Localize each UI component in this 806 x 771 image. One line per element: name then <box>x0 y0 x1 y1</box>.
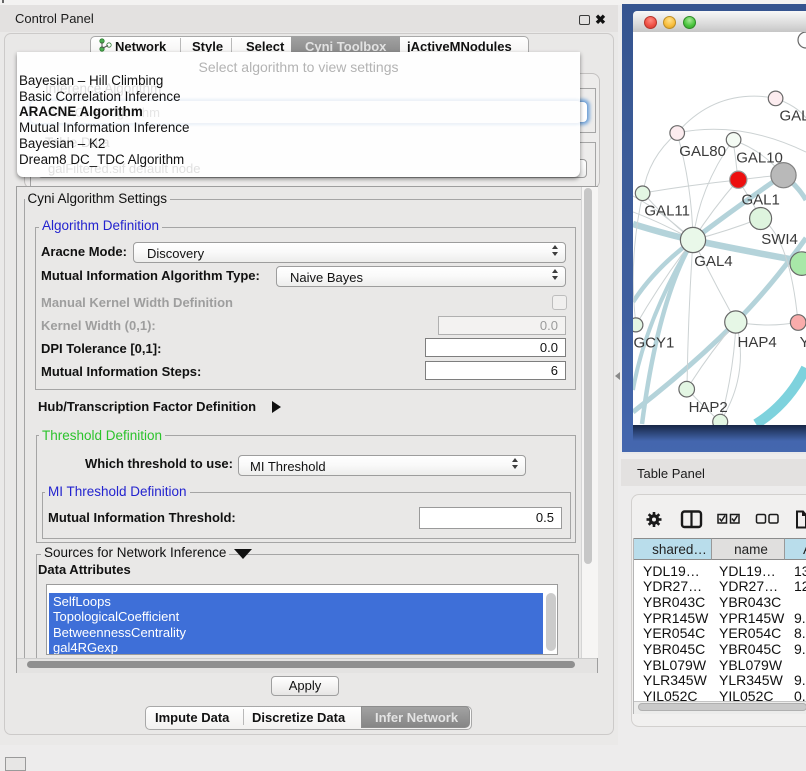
svg-text:GAL10: GAL10 <box>736 149 783 166</box>
svg-text:GAL11: GAL11 <box>644 202 690 219</box>
svg-text:HAP2: HAP2 <box>689 399 728 416</box>
svg-text:GAL80: GAL80 <box>679 143 726 160</box>
svg-text:SWI4: SWI4 <box>761 231 798 248</box>
svg-text:GCY1: GCY1 <box>634 335 675 352</box>
svg-text:Y: Y <box>800 334 806 351</box>
svg-text:GAL1: GAL1 <box>742 191 780 208</box>
svg-text:GAL: GAL <box>780 107 806 124</box>
svg-text:HAP4: HAP4 <box>738 334 777 351</box>
svg-text:GAL4: GAL4 <box>694 253 732 270</box>
